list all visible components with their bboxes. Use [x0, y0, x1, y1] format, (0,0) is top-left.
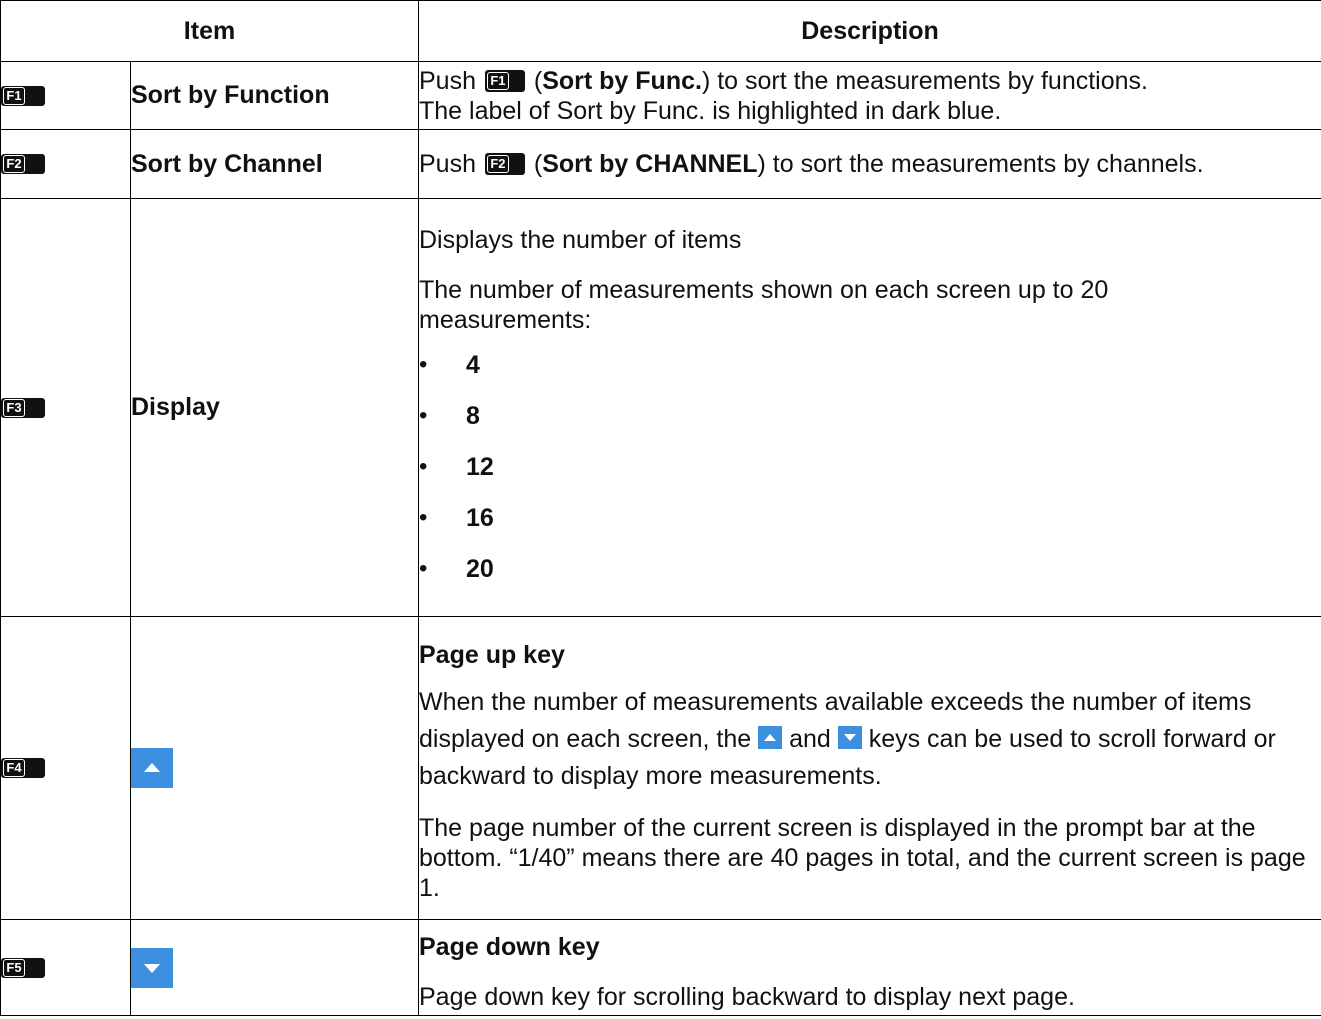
description-f2: Push F2 (Sort by CHANNEL) to sort the me… — [418, 129, 1321, 199]
arrow-up-icon — [144, 763, 160, 772]
arrow-up-inline-icon — [758, 725, 783, 749]
f1-key-inline-icon: F1 — [484, 69, 525, 92]
page-up-button[interactable] — [131, 748, 173, 788]
description-f5: Page down key Page down key for scrollin… — [418, 919, 1321, 1016]
function-key-table: Item Description F1 Sort by Function Pus… — [0, 0, 1321, 1016]
table-row-f2: F2 Sort by Channel Push F2 (Sort by CHAN… — [0, 129, 1321, 199]
description-f4: Page up key When the number of measureme… — [418, 616, 1321, 920]
f3-key-icon: F3 — [1, 397, 45, 418]
header-description: Description — [418, 0, 1321, 62]
item-sort-by-channel: Sort by Channel — [130, 129, 419, 199]
item-sort-by-function: Sort by Function — [130, 61, 419, 130]
list-item: • 12 — [419, 452, 494, 481]
item-display: Display — [130, 198, 419, 617]
display-count-options: • 4 • 8 • 12 • 16 • 20 — [419, 339, 1321, 594]
f4-key-icon: F4 — [1, 758, 45, 778]
table-row-f4: F4 Page up key When the number of measur… — [0, 616, 1321, 920]
list-item: • 20 — [419, 554, 494, 583]
description-f3: Displays the number of items The number … — [418, 198, 1321, 617]
list-item: • 4 — [419, 350, 480, 379]
page-down-button[interactable] — [131, 947, 173, 988]
table-row-f1: F1 Sort by Function Push F1 (Sort by Fun… — [0, 61, 1321, 130]
table-row-f5: F5 Page down key Page down key for scrol… — [0, 919, 1321, 1016]
table-row-f3: F3 Display Displays the number of items … — [0, 198, 1321, 617]
f1-key-icon: F1 — [1, 85, 45, 106]
f2-key-icon: F2 — [1, 154, 45, 174]
list-item: • 16 — [419, 503, 494, 532]
table-header-row: Item Description — [0, 0, 1321, 62]
header-item: Item — [0, 0, 419, 62]
arrow-down-inline-icon — [837, 725, 862, 749]
arrow-down-icon — [144, 963, 160, 973]
list-item: • 8 — [419, 401, 480, 430]
f5-key-icon: F5 — [1, 957, 45, 978]
f2-key-inline-icon: F2 — [484, 153, 525, 175]
description-f1: Push F1 (Sort by Func.) to sort the meas… — [418, 61, 1321, 130]
